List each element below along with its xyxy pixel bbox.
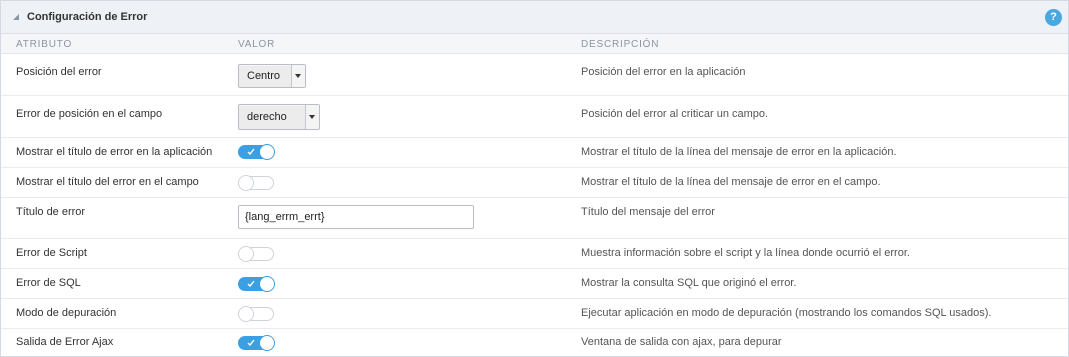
description-text: Muestra información sobre el script y la…: [581, 247, 910, 259]
table-row: Error de Script Muestra información sobr…: [1, 239, 1068, 269]
column-header-description: DESCRIPCIÓN: [581, 39, 660, 50]
toggle-knob: [238, 246, 254, 262]
ajax-error-output-toggle[interactable]: [238, 335, 275, 351]
show-field-error-title-toggle[interactable]: [238, 175, 274, 191]
collapse-icon[interactable]: [12, 13, 20, 21]
description-text: Título del mensaje del error: [581, 206, 715, 218]
dropdown-button[interactable]: [305, 105, 319, 129]
description-text: Ejecutar aplicación en modo de depuració…: [581, 307, 992, 319]
table-row: Mostrar el título de error en la aplicac…: [1, 138, 1068, 168]
description-text: Mostrar el título de la línea del mensaj…: [581, 146, 897, 158]
column-headers: ATRIBUTO VALOR DESCRIPCIÓN: [1, 34, 1068, 54]
dropdown-button[interactable]: [291, 65, 305, 87]
attribute-label: Título de error: [16, 206, 86, 218]
chevron-down-icon: [295, 74, 301, 78]
check-icon: [247, 280, 255, 287]
attribute-label: Salida de Error Ajax: [16, 336, 114, 348]
table-row: Posición del error Centro Posición del e…: [1, 54, 1068, 96]
description-text: Mostrar la consulta SQL que originó el e…: [581, 277, 797, 289]
attribute-label: Posición del error: [16, 66, 102, 78]
attribute-label: Error de posición en el campo: [16, 108, 163, 120]
attribute-label: Error de Script: [16, 247, 87, 259]
sql-error-toggle[interactable]: [238, 276, 275, 292]
table-row: Error de posición en el campo derecho Po…: [1, 96, 1068, 138]
table-row: Modo de depuración Ejecutar aplicación e…: [1, 299, 1068, 329]
error-title-input[interactable]: [238, 205, 474, 229]
select-value: derecho: [247, 111, 287, 123]
select-value: Centro: [247, 70, 281, 82]
check-icon: [247, 148, 255, 155]
error-position-select[interactable]: Centro: [238, 64, 306, 88]
attribute-label: Mostrar el título del error en el campo: [16, 176, 199, 188]
table-row: Error de SQL Mostrar la consulta SQL que…: [1, 269, 1068, 299]
toggle-knob: [238, 175, 254, 191]
toggle-knob: [259, 335, 275, 351]
table-row: Título de error Título del mensaje del e…: [1, 198, 1068, 239]
table-row: Mostrar el título del error en el campo …: [1, 168, 1068, 198]
description-text: Posición del error al criticar un campo.: [581, 108, 769, 120]
check-icon: [247, 339, 255, 346]
description-text: Mostrar el título de la línea del mensaj…: [581, 176, 881, 188]
script-error-toggle[interactable]: [238, 246, 274, 262]
debug-mode-toggle[interactable]: [238, 306, 274, 322]
column-header-attribute: ATRIBUTO: [16, 39, 73, 50]
error-config-panel: Configuración de Error ? ATRIBUTO VALOR …: [0, 0, 1069, 357]
chevron-down-icon: [309, 115, 315, 119]
attribute-label: Error de SQL: [16, 277, 81, 289]
column-header-value: VALOR: [238, 39, 276, 50]
toggle-knob: [259, 144, 275, 160]
help-icon[interactable]: ?: [1045, 9, 1062, 26]
field-error-position-select[interactable]: derecho: [238, 104, 320, 130]
table-row: Salida de Error Ajax Ventana de salida c…: [1, 329, 1068, 357]
description-text: Ventana de salida con ajax, para depurar: [581, 336, 782, 348]
toggle-knob: [238, 306, 254, 322]
attribute-label: Modo de depuración: [16, 307, 117, 319]
toggle-knob: [259, 276, 275, 292]
attribute-label: Mostrar el título de error en la aplicac…: [16, 146, 213, 158]
description-text: Posición del error en la aplicación: [581, 66, 746, 78]
show-app-error-title-toggle[interactable]: [238, 144, 275, 160]
panel-header[interactable]: Configuración de Error ?: [1, 1, 1068, 34]
panel-title: Configuración de Error: [27, 11, 148, 23]
